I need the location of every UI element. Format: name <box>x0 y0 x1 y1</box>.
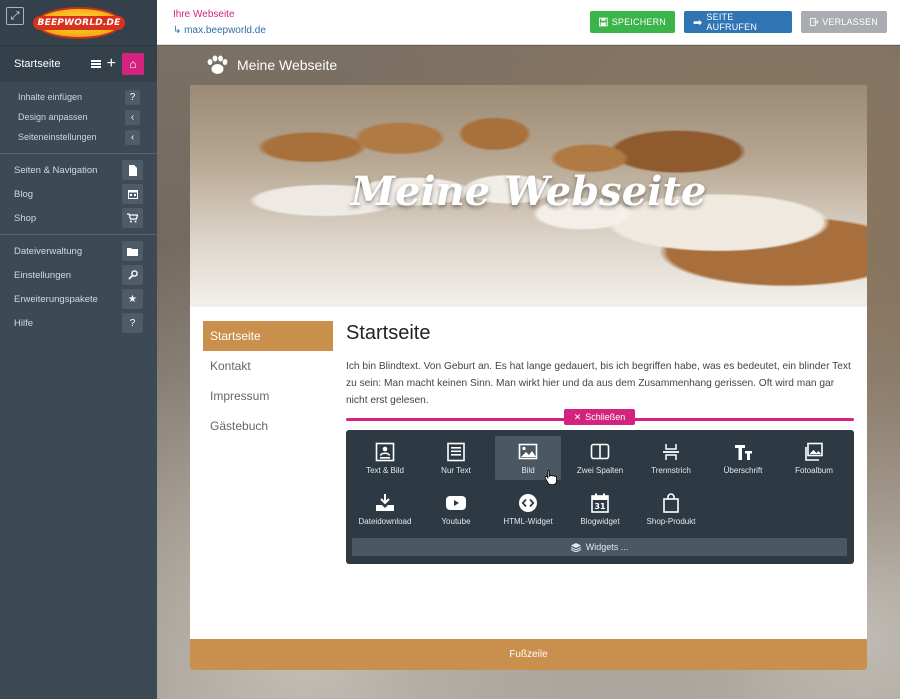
hero-title: Meine Webseite <box>350 168 707 215</box>
sidebar: ⤢ BEEPWORLD.DE Startseite + ⌂ Inhalte ei… <box>0 0 157 699</box>
tile-html-widget[interactable]: HTML-Widget <box>495 487 561 531</box>
shop-product-icon <box>663 493 679 513</box>
site-url-text: max.beepworld.de <box>184 25 266 36</box>
sidebar-header: ⤢ BEEPWORLD.DE <box>0 0 157 46</box>
tile-shop-product[interactable]: Shop-Produkt <box>638 487 704 531</box>
svg-text:31: 31 <box>594 502 606 511</box>
two-columns-icon <box>590 443 610 460</box>
sidebar-item-erweiterungspakete[interactable]: Erweiterungspakete ★ <box>0 287 157 311</box>
help-icon: ? <box>122 313 143 333</box>
heading-icon <box>735 445 752 460</box>
current-page-title: Startseite <box>14 58 61 70</box>
add-icon[interactable]: + <box>107 56 116 72</box>
nav-item-gaestebuch[interactable]: Gästebuch <box>203 411 333 441</box>
star-icon: ★ <box>122 289 143 309</box>
site-url-link[interactable]: ↳ max.beepworld.de <box>173 25 266 36</box>
page-preview: Meine Webseite Startseite Kontakt Impres… <box>190 85 867 670</box>
view-site-button[interactable]: ➡ SEITE AUFRUFEN <box>684 11 792 33</box>
site-title-bar: Meine Webseite <box>157 46 900 84</box>
calendar-icon <box>122 184 143 204</box>
sidebar-item-dateiverwaltung[interactable]: Dateiverwaltung <box>0 239 157 263</box>
tile-photo-album[interactable]: Fotoalbum <box>781 436 847 480</box>
hand-cursor-icon <box>544 469 557 485</box>
tile-youtube[interactable]: Youtube <box>423 487 489 531</box>
page-options: Inhalte einfügen ? Design anpassen ‹ Sei… <box>0 82 157 154</box>
site-label: Ihre Webseite <box>173 9 235 20</box>
widgets-button[interactable]: Widgets ... <box>352 538 847 556</box>
tile-blog-widget[interactable]: 31 Blogwidget <box>567 487 633 531</box>
pages-icon <box>122 160 143 180</box>
sidebar-item-hilfe[interactable]: Hilfe ? <box>0 311 157 335</box>
sidebar-group-content: Seiten & Navigation Blog Shop <box>0 154 157 235</box>
exit-button[interactable]: VERLASSEN <box>801 11 887 33</box>
page-footer[interactable]: Fußzeile <box>190 639 867 670</box>
image-icon <box>518 443 538 460</box>
editor-canvas: Meine Webseite Meine Webseite Startseite… <box>157 46 900 699</box>
folder-icon <box>122 241 143 261</box>
photo-album-icon <box>805 442 823 461</box>
tile-two-columns[interactable]: Zwei Spalten <box>567 436 633 480</box>
sidebar-item-shop[interactable]: Shop <box>0 206 157 230</box>
nav-item-impressum[interactable]: Impressum <box>203 381 333 411</box>
menu-icon[interactable] <box>90 60 101 68</box>
page-content: Startseite Ich bin Blindtext. Von Geburt… <box>346 322 854 409</box>
sidebar-item-seiteneinstellungen[interactable]: Seiteneinstellungen ‹ <box>0 127 157 147</box>
sidebar-item-inhalte[interactable]: Inhalte einfügen ? <box>0 87 157 107</box>
youtube-icon <box>446 496 466 510</box>
save-icon <box>599 17 608 27</box>
cart-icon <box>122 208 143 228</box>
wrench-icon <box>122 265 143 285</box>
beepworld-logo[interactable]: BEEPWORLD.DE <box>32 7 126 39</box>
chevron-left-icon[interactable]: ‹ <box>125 129 140 145</box>
sidebar-current-page: Startseite + ⌂ <box>0 46 157 82</box>
close-insert-button[interactable]: ✕ Schließen <box>564 409 635 425</box>
sidebar-item-design[interactable]: Design anpassen ‹ <box>0 107 157 127</box>
site-title: Meine Webseite <box>237 57 338 73</box>
tile-file-download[interactable]: Dateidownload <box>352 487 418 531</box>
save-button[interactable]: SPEICHERN <box>590 11 675 33</box>
separator-icon <box>663 444 679 460</box>
tile-heading[interactable]: Überschrift <box>710 436 776 480</box>
chevron-left-icon[interactable]: ‹ <box>125 109 140 125</box>
top-bar: Ihre Webseite ↳ max.beepworld.de SPEICHE… <box>157 0 900 45</box>
insert-widget-panel: Text & Bild Nur Text Bild Zwei Spalten T… <box>346 430 854 564</box>
close-icon: ✕ <box>573 411 582 422</box>
sidebar-item-seiten[interactable]: Seiten & Navigation <box>0 158 157 182</box>
home-icon[interactable]: ⌂ <box>122 53 144 75</box>
paw-icon <box>207 55 228 74</box>
page-navigation: Startseite Kontakt Impressum Gästebuch <box>203 321 333 441</box>
help-icon[interactable]: ? <box>125 89 140 105</box>
content-text[interactable]: Ich bin Blindtext. Von Geburt an. Es hat… <box>346 358 854 409</box>
content-heading[interactable]: Startseite <box>346 322 854 352</box>
tile-separator[interactable]: Trennstrich <box>638 436 704 480</box>
nav-item-startseite[interactable]: Startseite <box>203 321 333 351</box>
nav-item-kontakt[interactable]: Kontakt <box>203 351 333 381</box>
download-icon <box>376 494 394 511</box>
sidebar-group-settings: Dateiverwaltung Einstellungen Erweiterun… <box>0 235 157 339</box>
html-widget-icon <box>519 494 537 512</box>
exit-icon <box>810 17 819 27</box>
arrow-right-icon: ➡ <box>693 16 703 29</box>
blog-widget-icon: 31 <box>591 493 609 513</box>
text-only-icon <box>447 442 465 462</box>
tile-text-image[interactable]: Text & Bild <box>352 436 418 480</box>
text-image-icon <box>375 442 395 462</box>
reply-arrow-icon: ↳ <box>173 25 182 36</box>
layers-icon <box>570 542 581 552</box>
sidebar-item-einstellungen[interactable]: Einstellungen <box>0 263 157 287</box>
hero-image[interactable]: Meine Webseite <box>190 85 867 307</box>
sidebar-item-blog[interactable]: Blog <box>0 182 157 206</box>
tile-text-only[interactable]: Nur Text <box>423 436 489 480</box>
expand-icon[interactable]: ⤢ <box>6 7 24 25</box>
